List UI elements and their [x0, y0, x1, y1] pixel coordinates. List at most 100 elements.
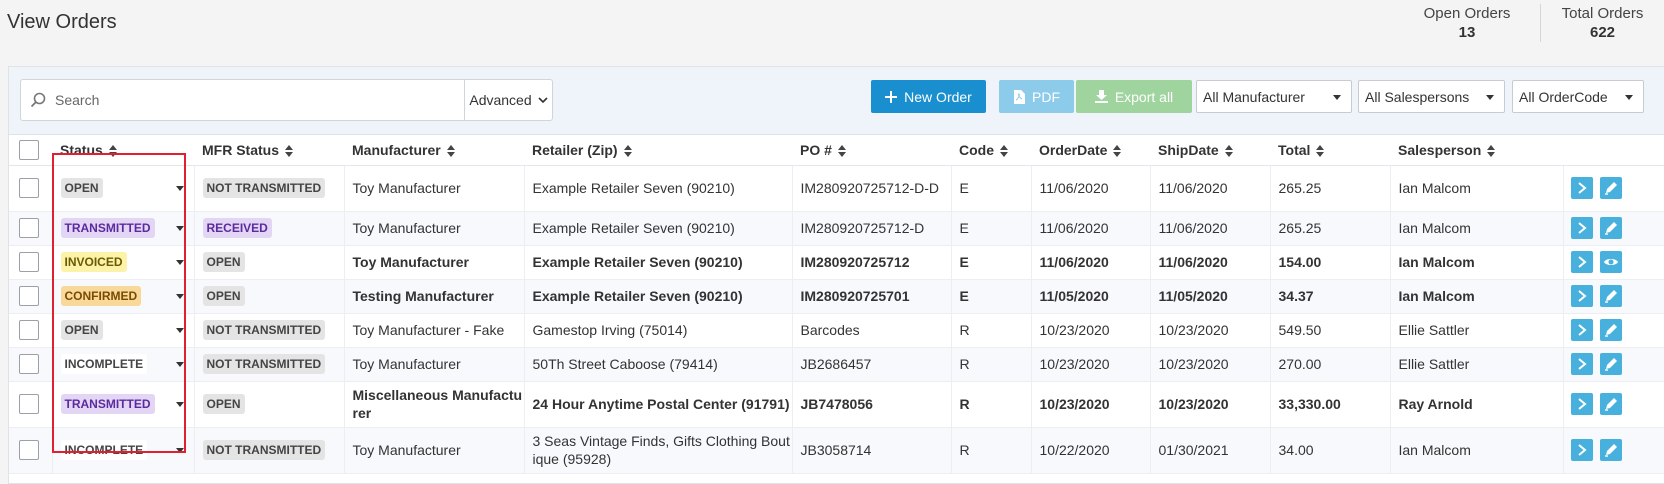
status-dropdown-toggle[interactable] — [175, 362, 184, 367]
column-header-retailer[interactable]: Retailer (Zip) — [524, 135, 792, 166]
column-header-ship-date[interactable]: ShipDate — [1150, 135, 1270, 166]
search-input[interactable] — [55, 80, 465, 120]
orders-table-body: OPEN NOT TRANSMITTED Toy Manufacturer Examp… — [9, 165, 1664, 474]
mfr-status-cell: OPEN — [194, 279, 345, 314]
salesperson-cell: Ian Malcom — [1390, 427, 1564, 474]
edit-order-button[interactable] — [1599, 393, 1622, 415]
ship-date-cell: 10/23/2020 — [1150, 381, 1271, 428]
edit-order-button[interactable] — [1599, 177, 1622, 199]
manufacturer-cell: Miscellaneous Manufacturer — [344, 381, 525, 428]
open-order-button[interactable] — [1570, 439, 1593, 461]
code-cell: R — [951, 381, 1032, 428]
status-dropdown-toggle[interactable] — [175, 294, 184, 299]
open-orders-value: 13 — [1458, 24, 1476, 41]
table-header-row: Status MFR Status Manufacturer Retailer … — [9, 135, 1664, 166]
salesperson-filter-select[interactable]: All Salespersons — [1358, 80, 1505, 113]
manufacturer-cell: Toy Manufacturer — [344, 347, 525, 382]
status-dropdown-toggle[interactable] — [175, 260, 184, 265]
manufacturer-cell: Toy Manufacturer — [344, 427, 525, 474]
advanced-search-button[interactable]: Advanced — [465, 80, 552, 120]
table-row[interactable]: TRANSMITTED OPEN Miscellaneous Manufacture… — [9, 381, 1664, 428]
open-order-button[interactable] — [1570, 217, 1593, 239]
status-dropdown-toggle[interactable] — [175, 226, 184, 231]
row-actions-cell — [1563, 427, 1664, 474]
download-icon — [1094, 90, 1108, 103]
column-header-order-date[interactable]: OrderDate — [1031, 135, 1150, 166]
open-order-button[interactable] — [1570, 353, 1593, 375]
row-select-cell — [9, 279, 53, 314]
table-row[interactable]: TRANSMITTED RECEIVED Toy Manufacturer Examp… — [9, 211, 1664, 246]
column-header-code[interactable]: Code — [951, 135, 1031, 166]
status-cell: OPEN — [52, 313, 195, 348]
row-checkbox[interactable] — [19, 286, 39, 306]
table-row[interactable]: OPEN NOT TRANSMITTED Toy Manufacturer Examp… — [9, 165, 1664, 212]
code-cell: R — [951, 427, 1032, 474]
select-all-checkbox[interactable] — [19, 139, 39, 160]
table-row[interactable]: INCOMPLETE NOT TRANSMITTED Toy Manufacture… — [9, 347, 1664, 382]
edit-order-button[interactable] — [1599, 319, 1622, 341]
manufacturer-cell: Testing Manufacturer — [344, 279, 525, 314]
row-checkbox[interactable] — [19, 252, 39, 272]
ship-date-cell: 01/30/2021 — [1150, 427, 1271, 474]
ordercode-filter-select[interactable]: All OrderCode — [1512, 80, 1644, 113]
open-order-button[interactable] — [1570, 251, 1593, 273]
status-badge: TRANSMITTED — [60, 218, 155, 238]
pdf-button[interactable]: PDF — [999, 80, 1074, 113]
row-checkbox[interactable] — [19, 218, 39, 238]
column-header-po[interactable]: PO # — [792, 135, 951, 166]
view-order-button[interactable] — [1599, 251, 1622, 273]
table-row[interactable]: INCOMPLETE NOT TRANSMITTED Toy Manufacture… — [9, 427, 1664, 474]
page-header: View Orders Open Orders 13 Total Orders … — [0, 0, 1664, 66]
status-badge: INCOMPLETE — [60, 354, 148, 374]
column-header-status[interactable]: Status — [52, 135, 194, 166]
open-order-button[interactable] — [1570, 319, 1593, 341]
pdf-file-icon — [1014, 89, 1025, 104]
new-order-button[interactable]: New Order — [871, 80, 986, 113]
total-cell: 33,330.00 — [1270, 381, 1391, 428]
sort-icon — [108, 145, 117, 158]
open-order-button[interactable] — [1570, 285, 1593, 307]
export-all-button[interactable]: Export all — [1076, 80, 1192, 113]
sort-icon — [837, 145, 846, 158]
edit-order-button[interactable] — [1599, 439, 1622, 461]
row-checkbox[interactable] — [19, 320, 39, 340]
mfr-status-cell: NOT TRANSMITTED — [194, 313, 345, 348]
row-checkbox[interactable] — [19, 354, 39, 374]
code-cell: E — [951, 279, 1032, 314]
total-cell: 34.37 — [1270, 279, 1391, 314]
retailer-cell: Example Retailer Seven (90210) — [524, 165, 793, 212]
total-cell: 549.50 — [1270, 313, 1391, 348]
table-row[interactable]: OPEN NOT TRANSMITTED Toy Manufacturer - Fa… — [9, 313, 1664, 348]
status-dropdown-toggle[interactable] — [175, 186, 184, 191]
edit-order-button[interactable] — [1599, 217, 1622, 239]
manufacturer-cell: Toy Manufacturer — [344, 245, 525, 280]
column-header-salesperson[interactable]: Salesperson — [1390, 135, 1563, 166]
row-checkbox[interactable] — [19, 178, 39, 198]
salesperson-filter-value: All Salespersons — [1365, 88, 1470, 105]
edit-order-button[interactable] — [1599, 285, 1622, 307]
chevron-down-icon — [538, 96, 548, 103]
table-row[interactable]: CONFIRMED OPEN Testing Manufacturer Example… — [9, 279, 1664, 314]
row-checkbox[interactable] — [19, 440, 39, 460]
row-checkbox[interactable] — [19, 394, 39, 414]
open-order-button[interactable] — [1570, 393, 1593, 415]
po-cell: JB2686457 — [792, 347, 952, 382]
column-header-mfr-status[interactable]: MFR Status — [194, 135, 344, 166]
edit-order-button[interactable] — [1599, 353, 1622, 375]
status-dropdown-toggle[interactable] — [175, 448, 184, 453]
column-header-manufacturer[interactable]: Manufacturer — [344, 135, 524, 166]
ship-date-cell: 11/06/2020 — [1150, 211, 1271, 246]
column-header-total[interactable]: Total — [1270, 135, 1390, 166]
orders-panel: Advanced New Order PDF Export all All Ma… — [8, 66, 1664, 484]
manufacturer-filter-select[interactable]: All Manufacturer — [1196, 80, 1352, 113]
status-dropdown-toggle[interactable] — [175, 402, 184, 407]
salesperson-cell: Ellie Sattler — [1390, 347, 1564, 382]
total-cell: 270.00 — [1270, 347, 1391, 382]
status-dropdown-toggle[interactable] — [175, 328, 184, 333]
status-cell: INCOMPLETE — [52, 427, 195, 474]
open-order-button[interactable] — [1570, 177, 1593, 199]
salesperson-cell: Ray Arnold — [1390, 381, 1564, 428]
table-row[interactable]: INVOICED OPEN Toy Manufacturer Example Reta… — [9, 245, 1664, 280]
order-date-cell: 10/23/2020 — [1031, 381, 1151, 428]
po-cell: IM280920725712-D — [792, 211, 952, 246]
